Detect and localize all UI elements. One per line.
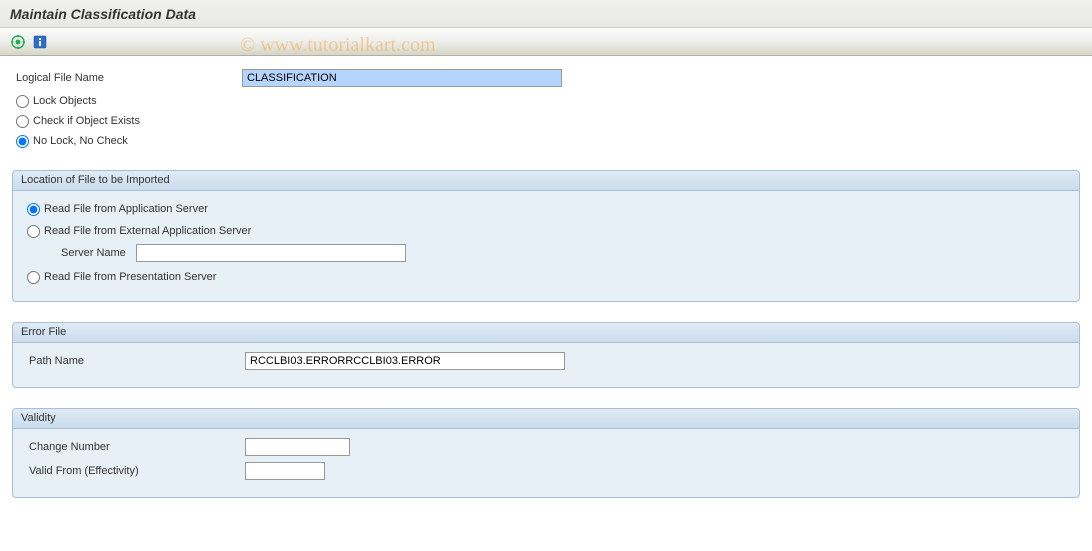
presentation-label[interactable]: Read File from Presentation Server xyxy=(44,271,216,283)
presentation-radio[interactable] xyxy=(27,271,40,284)
validity-header: Validity xyxy=(13,409,1079,429)
path-name-label: Path Name xyxy=(25,355,245,367)
presentation-row: Read File from Presentation Server xyxy=(21,267,1071,287)
logical-file-name-label: Logical File Name xyxy=(12,72,242,84)
validity-group: Validity Change Number Valid From (Effec… xyxy=(12,408,1080,498)
page-title: Maintain Classification Data xyxy=(10,6,196,22)
toolbar xyxy=(0,28,1092,56)
location-group-header: Location of File to be Imported xyxy=(13,171,1079,191)
location-group: Location of File to be Imported Read Fil… xyxy=(12,170,1080,302)
lock-objects-row: Lock Objects xyxy=(12,92,1080,110)
title-bar: Maintain Classification Data xyxy=(0,0,1092,28)
check-exists-label[interactable]: Check if Object Exists xyxy=(33,115,140,127)
info-icon[interactable] xyxy=(32,34,48,50)
error-file-group: Error File Path Name xyxy=(12,322,1080,388)
app-server-row: Read File from Application Server xyxy=(21,199,1071,219)
no-lock-row: No Lock, No Check xyxy=(12,132,1080,150)
server-name-input[interactable] xyxy=(136,244,406,262)
logical-file-name-row: Logical File Name xyxy=(12,68,1080,88)
execute-icon[interactable] xyxy=(10,34,26,50)
valid-from-input[interactable] xyxy=(245,462,325,480)
lock-objects-radio[interactable] xyxy=(16,95,29,108)
change-number-input[interactable] xyxy=(245,438,350,456)
check-exists-radio[interactable] xyxy=(16,115,29,128)
no-lock-radio[interactable] xyxy=(16,135,29,148)
app-server-radio[interactable] xyxy=(27,203,40,216)
ext-server-row: Read File from External Application Serv… xyxy=(21,221,1071,241)
ext-server-label[interactable]: Read File from External Application Serv… xyxy=(44,225,251,237)
no-lock-label[interactable]: No Lock, No Check xyxy=(33,135,128,147)
ext-server-radio[interactable] xyxy=(27,225,40,238)
change-number-label: Change Number xyxy=(25,441,245,453)
check-exists-row: Check if Object Exists xyxy=(12,112,1080,130)
app-server-label[interactable]: Read File from Application Server xyxy=(44,203,208,215)
server-name-label: Server Name xyxy=(41,247,136,259)
lock-objects-label[interactable]: Lock Objects xyxy=(33,95,97,107)
content-area: Logical File Name Lock Objects Check if … xyxy=(0,56,1092,510)
path-name-input[interactable] xyxy=(245,352,565,370)
valid-from-label: Valid From (Effectivity) xyxy=(25,465,245,477)
error-file-header: Error File xyxy=(13,323,1079,343)
logical-file-name-input[interactable] xyxy=(242,69,562,87)
